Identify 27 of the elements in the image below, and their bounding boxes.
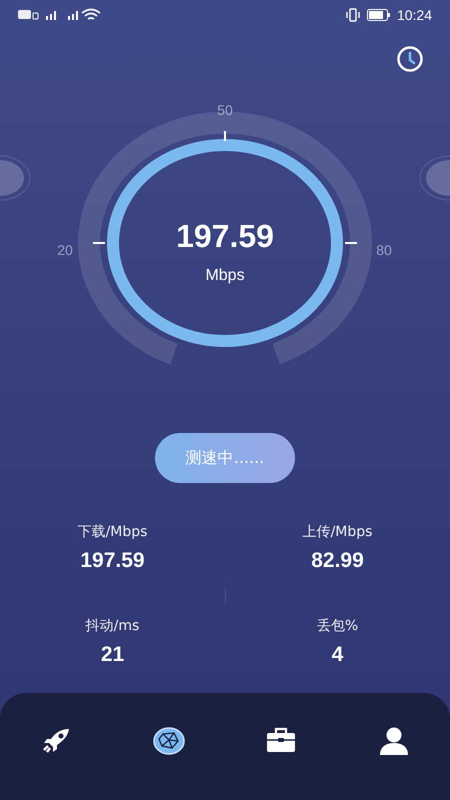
scale-label: 20	[57, 242, 73, 258]
clock-icon[interactable]	[396, 45, 424, 73]
side-bubble	[0, 156, 30, 200]
tick-mark	[224, 131, 226, 141]
battery-icon	[366, 9, 391, 21]
stat-value: 21	[100, 643, 124, 667]
speed-value: 197.59	[176, 218, 274, 254]
testing-button[interactable]: 测速中......	[155, 433, 295, 483]
stat-value: 4	[332, 643, 344, 667]
side-bubble	[420, 156, 450, 200]
stat-value: 82.99	[311, 549, 364, 573]
stat-label: 丢包%	[316, 617, 358, 635]
status-time: 10:24	[396, 7, 432, 23]
speed-unit: Mbps	[205, 267, 245, 284]
scale-label: 80	[376, 242, 392, 258]
stat-label: 抖动/ms	[86, 617, 140, 635]
globe-icon[interactable]	[152, 727, 185, 755]
tick-mark	[93, 242, 105, 244]
scale-label: 50	[217, 102, 233, 118]
stat-label: 上传/Mbps	[302, 523, 372, 541]
rocket-icon[interactable]	[41, 727, 72, 753]
stat-value: 197.59	[80, 549, 145, 573]
vibrate-icon	[344, 8, 361, 22]
person-icon[interactable]	[378, 727, 409, 755]
stat-label: 下载/Mbps	[78, 523, 148, 541]
tick-mark	[345, 242, 357, 244]
briefcase-icon[interactable]	[266, 727, 296, 753]
